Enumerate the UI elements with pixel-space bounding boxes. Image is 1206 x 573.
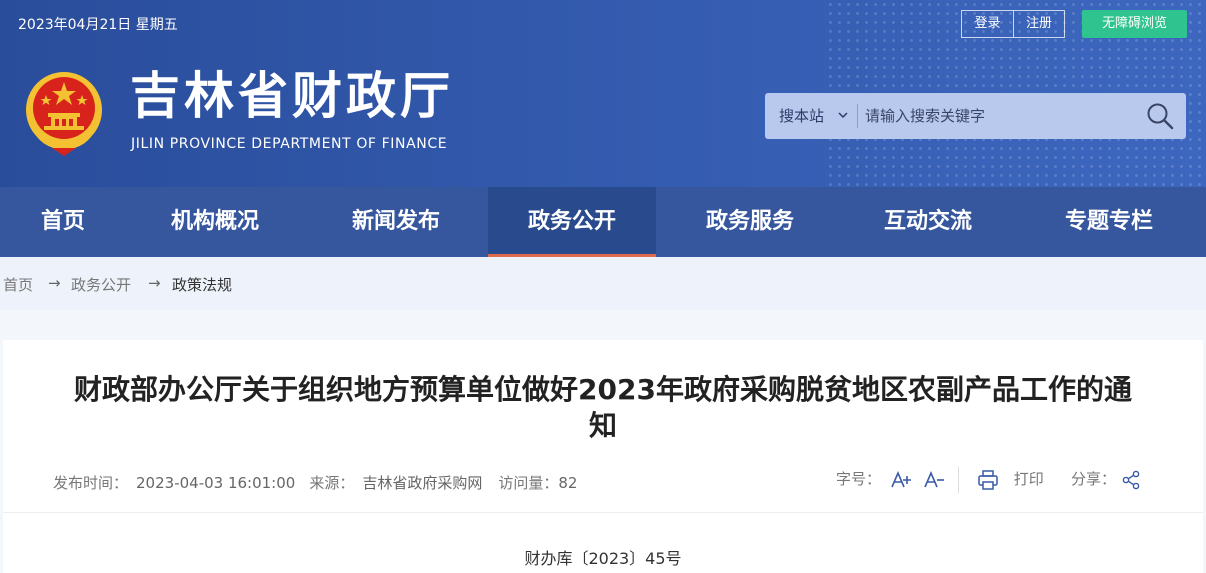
- source-label: 来源：: [309, 474, 355, 492]
- views-count: 82: [558, 474, 578, 492]
- nav-item-interaction[interactable]: 互动交流: [844, 187, 1012, 257]
- font-size-controls: 字号：: [836, 468, 945, 496]
- main-nav: 首页 机构概况 新闻发布 政务公开 政务服务 互动交流 专题专栏: [0, 187, 1206, 257]
- article-title: 财政部办公厅关于组织地方预算单位做好2023年政府采购脱贫地区农副产品工作的通知: [74, 373, 1132, 442]
- share-icon[interactable]: [1121, 470, 1141, 490]
- nav-item-home[interactable]: 首页: [0, 187, 126, 257]
- nav-item-news[interactable]: 新闻发布: [304, 187, 488, 257]
- font-size-label: 字号：: [836, 470, 882, 488]
- site-title: 吉林省财政厅: [130, 67, 454, 125]
- nav-item-services[interactable]: 政务服务: [656, 187, 844, 257]
- share-label: 分享：: [1071, 470, 1117, 488]
- print-button[interactable]: 打印: [977, 468, 1044, 496]
- source-value: 吉林省政府采购网: [362, 474, 483, 492]
- publish-time: 2023-04-03 16:01:00: [136, 474, 296, 492]
- current-date: 2023年04月21日 星期五: [18, 17, 178, 33]
- meta-separator: [3, 512, 1203, 513]
- breadcrumb-government-affairs[interactable]: 政务公开: [71, 274, 131, 295]
- nav-item-organization[interactable]: 机构概况: [126, 187, 304, 257]
- breadcrumb: 首页 → 政务公开 → 政策法规: [0, 257, 1206, 310]
- search-bar: 搜本站: [765, 93, 1186, 139]
- publish-time-label: 发布时间：: [53, 474, 129, 492]
- search-icon[interactable]: [1145, 101, 1175, 131]
- account-links: 登录 注册: [961, 10, 1065, 38]
- search-input[interactable]: [865, 101, 1125, 131]
- accessibility-button[interactable]: 无障碍浏览: [1082, 10, 1187, 38]
- arrow-right-icon: →: [48, 274, 61, 292]
- breadcrumb-current: 政策法规: [172, 276, 233, 294]
- toolbar-divider: [958, 467, 959, 493]
- chevron-down-icon[interactable]: [837, 108, 849, 122]
- breadcrumb-home[interactable]: 首页: [3, 274, 33, 295]
- print-icon[interactable]: [977, 469, 999, 491]
- emblem-icon[interactable]: [22, 68, 106, 158]
- article-meta: 发布时间： 2023-04-03 16:01:00 来源： 吉林省政府采购网 访问量：8…: [53, 472, 577, 493]
- article-panel: 财政部办公厅关于组织地方预算单位做好2023年政府采购脱贫地区农副产品工作的通知…: [3, 340, 1203, 573]
- login-link[interactable]: 登录: [962, 11, 1013, 37]
- share-controls: 分享：: [1071, 468, 1141, 496]
- nav-item-special-topics[interactable]: 专题专栏: [1012, 187, 1206, 257]
- search-divider: [857, 104, 858, 128]
- document-number: 财办库〔2023〕45号: [524, 549, 682, 568]
- nav-item-government-affairs[interactable]: 政务公开: [488, 187, 656, 257]
- register-link[interactable]: 注册: [1013, 11, 1064, 37]
- site-header: 2023年04月21日 星期五 登录 注册 无障碍浏览 吉林省财政厅 JILIN…: [0, 0, 1206, 187]
- font-decrease-icon[interactable]: [923, 470, 945, 490]
- arrow-right-icon: →: [148, 274, 161, 292]
- print-label[interactable]: 打印: [1014, 470, 1044, 488]
- search-scope-select[interactable]: 搜本站: [779, 93, 824, 139]
- views-label: 访问量：: [498, 474, 559, 492]
- font-increase-icon[interactable]: [890, 470, 912, 490]
- site-subtitle: JILIN PROVINCE DEPARTMENT OF FINANCE: [131, 136, 448, 152]
